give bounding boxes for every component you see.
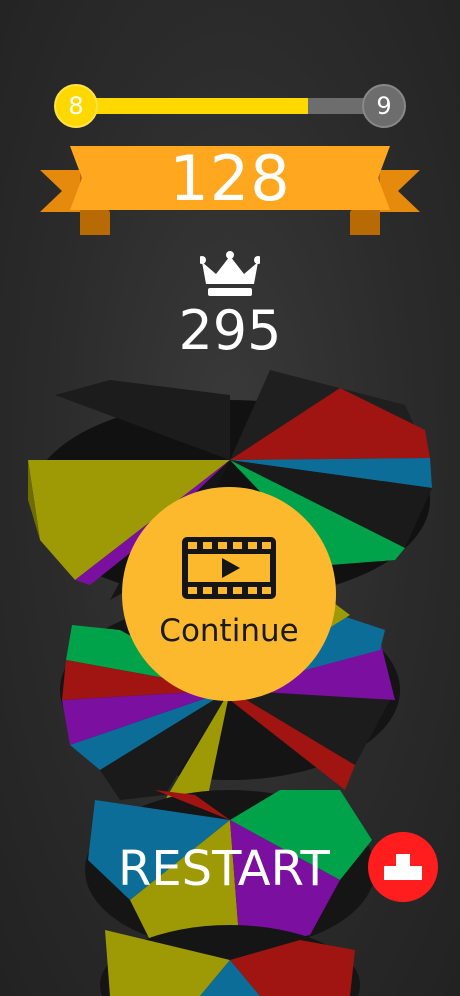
crown-icon	[200, 251, 260, 296]
leaderboard-button[interactable]	[368, 832, 438, 902]
current-score: 128	[169, 142, 291, 215]
level-progress-bar: 8 9	[54, 84, 406, 128]
video-play-icon	[182, 537, 276, 599]
leaderboard-podium-icon	[384, 854, 422, 880]
score-ribbon: 128	[40, 140, 420, 240]
next-level-badge: 9	[362, 84, 406, 128]
best-score: 295	[178, 299, 282, 362]
tower-disc-4	[100, 925, 360, 996]
level-progress-track	[74, 98, 386, 114]
restart-button[interactable]: RESTART	[118, 838, 348, 900]
level-progress-fill	[74, 98, 308, 114]
game-stage: 8 9 128 295 Continue RESTART	[0, 0, 460, 996]
continue-video-button[interactable]: Continue	[122, 487, 336, 701]
continue-label: Continue	[159, 613, 299, 649]
current-level-badge: 8	[54, 84, 98, 128]
